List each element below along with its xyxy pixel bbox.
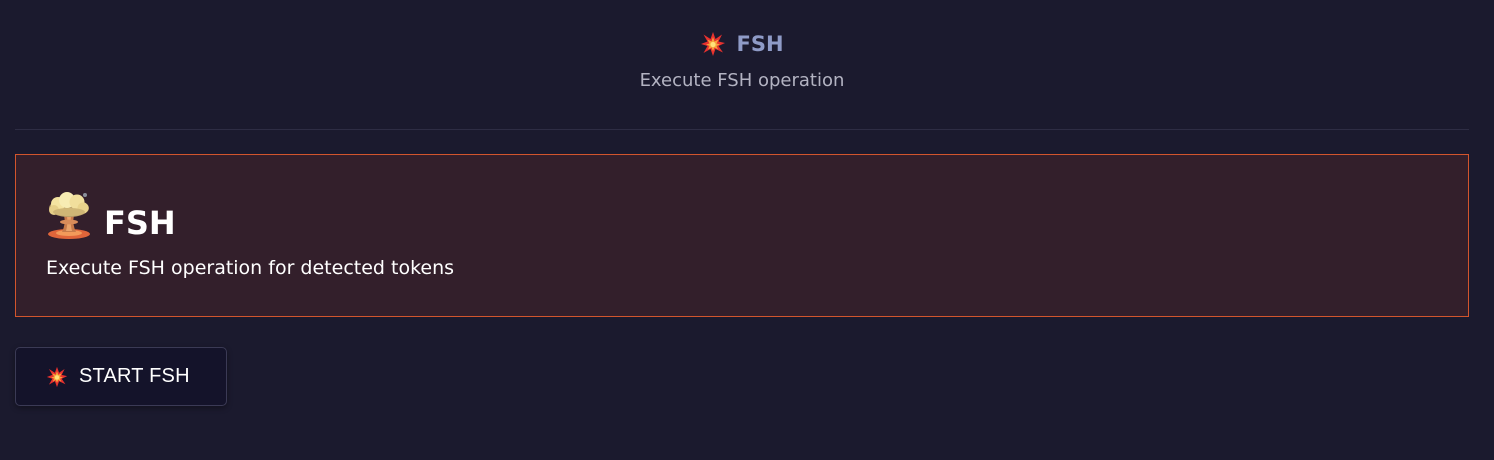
- header-title: FSH: [736, 32, 784, 56]
- header-subtitle: Execute FSH operation: [639, 70, 845, 91]
- card-title: FSH: [104, 204, 176, 242]
- mushroom-cloud-icon: [46, 191, 96, 241]
- start-fsh-button[interactable]: START FSH: [15, 347, 227, 406]
- start-fsh-label: START FSH: [79, 365, 190, 387]
- fsh-panel: FSH Execute FSH operation FSH Execute FS…: [0, 0, 1494, 460]
- operation-card: FSH Execute FSH operation for detected t…: [15, 154, 1469, 317]
- card-description: Execute FSH operation for detected token…: [46, 257, 455, 279]
- collision-icon: [46, 366, 68, 388]
- page-header: FSH Execute FSH operation: [15, 0, 1469, 130]
- collision-icon: [700, 31, 726, 57]
- header-title-row: FSH: [15, 28, 1469, 60]
- card-heading: FSH: [46, 187, 176, 241]
